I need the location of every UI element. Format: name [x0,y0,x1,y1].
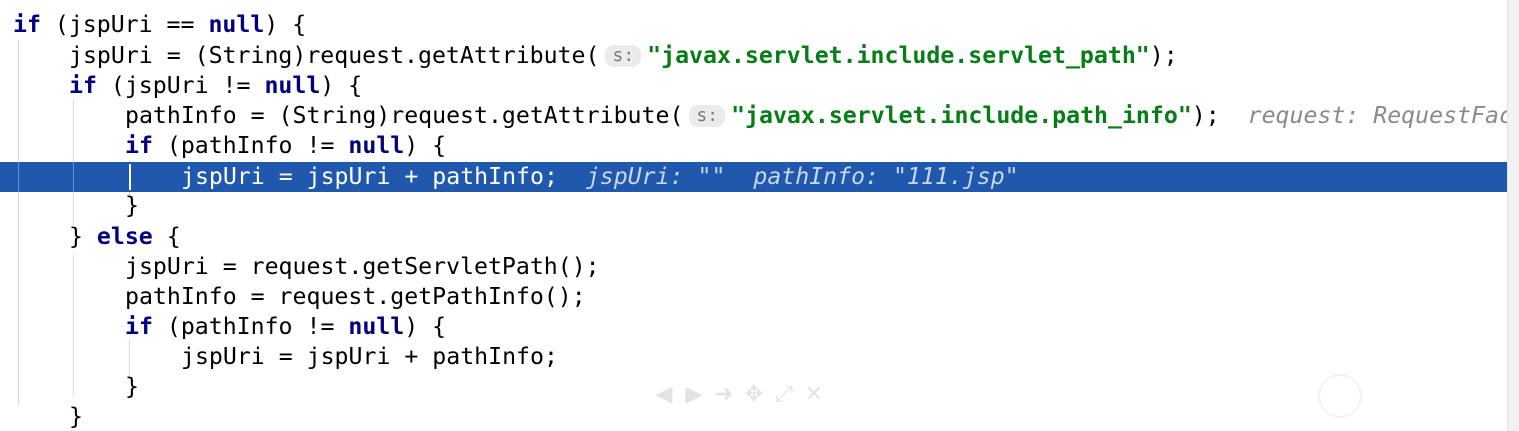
keyword: null [264,72,321,99]
code-text: ); [1149,42,1178,69]
keyword: null [348,313,405,340]
code-line[interactable]: pathInfo = (String)request.getAttribute(… [0,101,1507,131]
code-line[interactable]: if (pathInfo != null) { [0,131,1507,161]
keyword: if [125,132,153,159]
code-line[interactable]: jspUri = request.getServletPath(); [0,252,1507,282]
code-line[interactable]: if (jspUri == null) { [0,10,1507,40]
code-text: pathInfo = (String)request.getAttribute( [125,102,684,129]
code-text: ) { [404,132,447,159]
code-text: jspUri = jspUri + pathInfo; [181,343,558,370]
vertical-scrollbar[interactable] [1507,0,1519,431]
play-icon[interactable]: ▶ [682,382,706,407]
code-text: } [125,373,139,400]
code-text: { [152,223,181,250]
keyword: if [13,11,41,38]
indent-guide [18,162,19,192]
keyword: null [348,132,405,159]
arrow-left-icon[interactable]: ◀ [652,382,676,407]
inline-debug-value: pathInfo: "111.jsp" [753,163,1019,190]
code-text: (jspUri != [96,72,265,99]
code-text: jspUri = (String)request.getAttribute( [69,42,600,69]
floating-toolbar: ◀ ▶ ➜ ✥ ⤢ ✕ [652,380,826,408]
code-text: ) { [404,313,447,340]
keyword: else [96,223,153,250]
arrow-right-icon[interactable]: ➜ [712,382,736,407]
code-line[interactable]: pathInfo = request.getPathInfo(); [0,282,1507,312]
code-text: ) { [320,72,363,99]
code-line[interactable]: } else { [0,222,1507,252]
logo-icon [1318,374,1362,418]
inline-debug-value: jspUri: "" [585,163,726,190]
code-text: } [125,192,139,219]
code-line[interactable]: jspUri = (String)request.getAttribute(s:… [0,41,1507,71]
keyword: if [125,313,153,340]
keyword: if [69,72,97,99]
code-text: (jspUri == [40,11,209,38]
code-text: (pathInfo != [152,313,349,340]
inline-debug-value: request: RequestFac [1247,102,1507,129]
string-literal: "javax.servlet.include.servlet_path" [647,42,1150,69]
parameter-hint: s: [605,45,642,67]
text-caret [129,164,131,190]
code-text: ); [1191,102,1220,129]
current-execution-line[interactable]: jspUri = jspUri + pathInfo; jspUri: "" p… [0,162,1507,192]
code-text: jspUri = request.getServletPath(); [125,253,600,280]
code-text: jspUri = jspUri + pathInfo; [181,163,558,190]
move-icon[interactable]: ✥ [742,382,766,407]
code-line[interactable]: if (pathInfo != null) { [0,312,1507,342]
code-line[interactable]: jspUri = jspUri + pathInfo; [0,342,1507,372]
resize-icon[interactable]: ⤢ [772,382,796,407]
indent-guide [73,162,74,192]
watermark-logo [1318,372,1507,420]
parameter-hint: s: [689,105,726,127]
keyword: null [208,11,265,38]
code-line[interactable]: } [0,191,1507,221]
string-literal: "javax.servlet.include.path_info" [731,102,1192,129]
close-icon[interactable]: ✕ [802,382,826,407]
code-text: } [69,223,97,250]
code-text: } [69,403,83,430]
code-line[interactable]: if (jspUri != null) { [0,71,1507,101]
code-editor[interactable]: if (jspUri == null) { jspUri = (String)r… [0,0,1507,431]
code-text: (pathInfo != [152,132,349,159]
code-text: ) { [264,11,307,38]
code-text: pathInfo = request.getPathInfo(); [125,283,586,310]
